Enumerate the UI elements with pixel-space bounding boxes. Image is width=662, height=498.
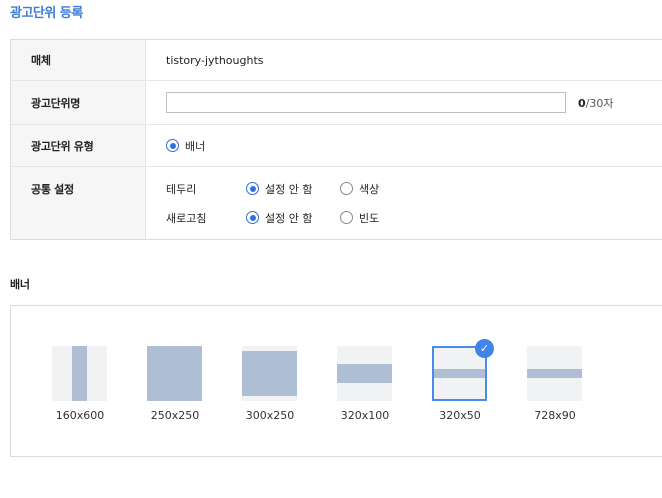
- unit-type-banner-radio[interactable]: 배너: [166, 138, 205, 154]
- unit-type-banner-label: 배너: [185, 139, 206, 153]
- banner-thumb: [52, 346, 107, 401]
- banner-section-title: 배너: [10, 278, 30, 291]
- border-none-label: 설정 안 함: [265, 182, 313, 196]
- common-settings-row: 공통 설정 테두리 설정 안 함 색상 새로고침 설정 안 함 빈도: [11, 167, 662, 239]
- char-counter: 0/30자: [578, 95, 613, 111]
- banner-size-label: 300x250: [245, 409, 295, 422]
- radio-unchecked-icon: [340, 211, 353, 224]
- banner-size-320x100[interactable]: 320x100: [337, 346, 393, 422]
- refresh-setting: 새로고침 설정 안 함 빈도: [166, 203, 405, 232]
- radio-checked-icon: [246, 211, 259, 224]
- media-value: tistory-jythoughts: [166, 53, 264, 67]
- refresh-label: 새로고침: [166, 211, 207, 225]
- radio-checked-icon: [166, 139, 179, 152]
- unit-name-label: 광고단위명: [11, 81, 146, 124]
- refresh-none-label: 설정 안 함: [265, 211, 313, 225]
- border-setting: 테두리 설정 안 함 색상: [166, 174, 405, 203]
- banner-thumb: [527, 346, 582, 401]
- media-label: 매체: [11, 40, 146, 80]
- unit-name-row: 광고단위명 0/30자: [11, 81, 662, 125]
- unit-type-label: 광고단위 유형: [11, 125, 146, 166]
- banner-size-label: 320x100: [340, 409, 390, 422]
- char-count-current: 0: [578, 96, 586, 110]
- banner-thumb: [147, 346, 202, 401]
- border-label: 테두리: [166, 182, 197, 196]
- unit-name-input[interactable]: [166, 92, 566, 113]
- unit-type-row: 광고단위 유형 배너: [11, 125, 662, 167]
- banner-size-label: 320x50: [439, 409, 481, 422]
- banner-size-728x90[interactable]: 728x90: [527, 346, 583, 422]
- radio-checked-icon: [246, 182, 259, 195]
- banner-size-label: 250x250: [150, 409, 200, 422]
- refresh-none-radio[interactable]: 설정 안 함: [246, 210, 316, 226]
- refresh-frequency-radio[interactable]: 빈도: [340, 210, 379, 226]
- border-color-radio[interactable]: 색상: [340, 181, 379, 197]
- banner-size-300x250[interactable]: 300x250: [242, 346, 298, 422]
- banner-thumb: [242, 346, 297, 401]
- banner-size-label: 160x600: [55, 409, 105, 422]
- ad-unit-form: 매체 tistory-jythoughts 광고단위명 0/30자 광고단위 유…: [10, 39, 662, 240]
- border-none-radio[interactable]: 설정 안 함: [246, 181, 316, 197]
- banner-thumb: ✓: [432, 339, 494, 401]
- common-settings-label: 공통 설정: [11, 167, 146, 239]
- banner-size-250x250[interactable]: 250x250: [147, 346, 203, 422]
- banner-thumb: [337, 346, 392, 401]
- banner-size-selector: 160x600 250x250 300x250 320x100 ✓ 320x50…: [10, 305, 662, 457]
- media-row: 매체 tistory-jythoughts: [11, 40, 662, 81]
- page-title: 광고단위 등록: [10, 6, 83, 21]
- banner-size-160x600[interactable]: 160x600: [52, 346, 108, 422]
- banner-size-320x50[interactable]: ✓ 320x50: [432, 339, 494, 422]
- check-icon: ✓: [475, 339, 494, 358]
- refresh-frequency-label: 빈도: [359, 211, 380, 225]
- char-count-max: /30자: [585, 96, 614, 110]
- radio-unchecked-icon: [340, 182, 353, 195]
- banner-size-label: 728x90: [534, 409, 576, 422]
- border-color-label: 색상: [359, 182, 380, 196]
